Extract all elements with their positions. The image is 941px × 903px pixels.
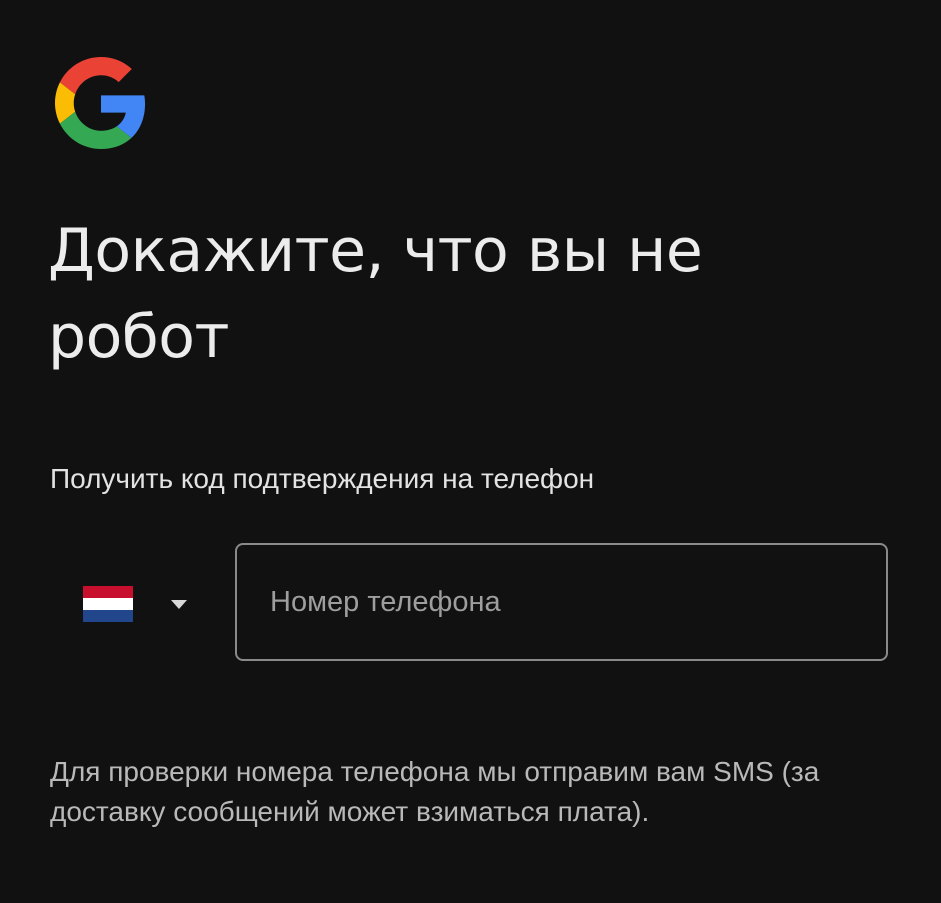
google-logo: [55, 57, 147, 149]
flag-stripe-red: [83, 586, 133, 598]
flag-stripe-blue: [83, 610, 133, 622]
phone-number-input[interactable]: Номер телефона: [235, 543, 888, 661]
page-title: Докажите, что вы не робот: [48, 216, 703, 372]
caret-down-icon: [171, 599, 187, 609]
flag-stripe-white: [83, 598, 133, 610]
google-g-icon: [55, 57, 146, 149]
page-subtitle: Получить код подтверждения на телефон: [50, 463, 595, 494]
netherlands-flag-icon: [83, 586, 133, 622]
phone-number-placeholder: Номер телефона: [270, 585, 501, 618]
sms-disclaimer: Для проверки номера телефона мы отправим…: [50, 756, 820, 827]
country-selector[interactable]: [70, 572, 210, 636]
